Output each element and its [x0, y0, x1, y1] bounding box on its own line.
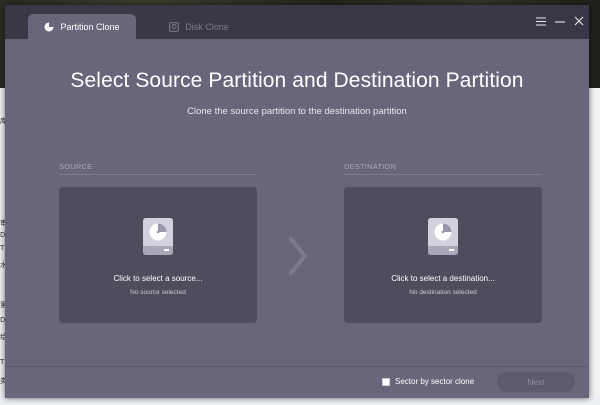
source-status: No source selected — [130, 289, 186, 296]
tab-disk-clone[interactable]: Disk Clone — [145, 14, 253, 39]
minimize-icon[interactable] — [553, 14, 567, 28]
title-bar: Partition Clone Disk Clone — [5, 5, 589, 39]
chevron-right-icon — [289, 237, 307, 275]
destination-selector[interactable]: Click to select a destination... No dest… — [344, 187, 542, 323]
destination-status: No destination selected — [409, 289, 477, 296]
tab-label: Partition Clone — [60, 21, 120, 32]
sector-by-sector-label[interactable]: Sector by sector clone — [395, 377, 474, 386]
next-button[interactable]: Next — [497, 372, 575, 392]
pie-chart-icon — [44, 22, 54, 31]
background-text: T — [0, 358, 5, 366]
tab-label: Disk Clone — [185, 21, 229, 32]
close-icon[interactable] — [572, 14, 586, 28]
footer-divider — [5, 366, 589, 367]
source-prompt: Click to select a source... — [113, 274, 203, 283]
tab-partition-clone[interactable]: Partition Clone — [28, 14, 136, 39]
divider — [59, 174, 257, 175]
menu-icon[interactable] — [534, 14, 548, 28]
source-label: SOURCE — [59, 162, 93, 171]
destination-label: DESTINATION — [344, 162, 397, 171]
drive-icon — [143, 218, 173, 255]
disk-icon — [169, 21, 180, 32]
sector-by-sector-checkbox[interactable] — [382, 378, 390, 386]
page-title: Select Source Partition and Destination … — [70, 69, 524, 92]
background-window-edge — [589, 88, 600, 405]
drive-icon — [428, 218, 458, 255]
background-text: T — [0, 244, 5, 252]
source-selector[interactable]: Click to select a source... No source se… — [59, 187, 257, 323]
page-subtitle: Clone the source partition to the destin… — [187, 106, 407, 117]
destination-prompt: Click to select a destination... — [391, 274, 495, 283]
clone-window: Partition Clone Disk Clone Select Source… — [5, 5, 589, 398]
divider — [344, 174, 542, 175]
